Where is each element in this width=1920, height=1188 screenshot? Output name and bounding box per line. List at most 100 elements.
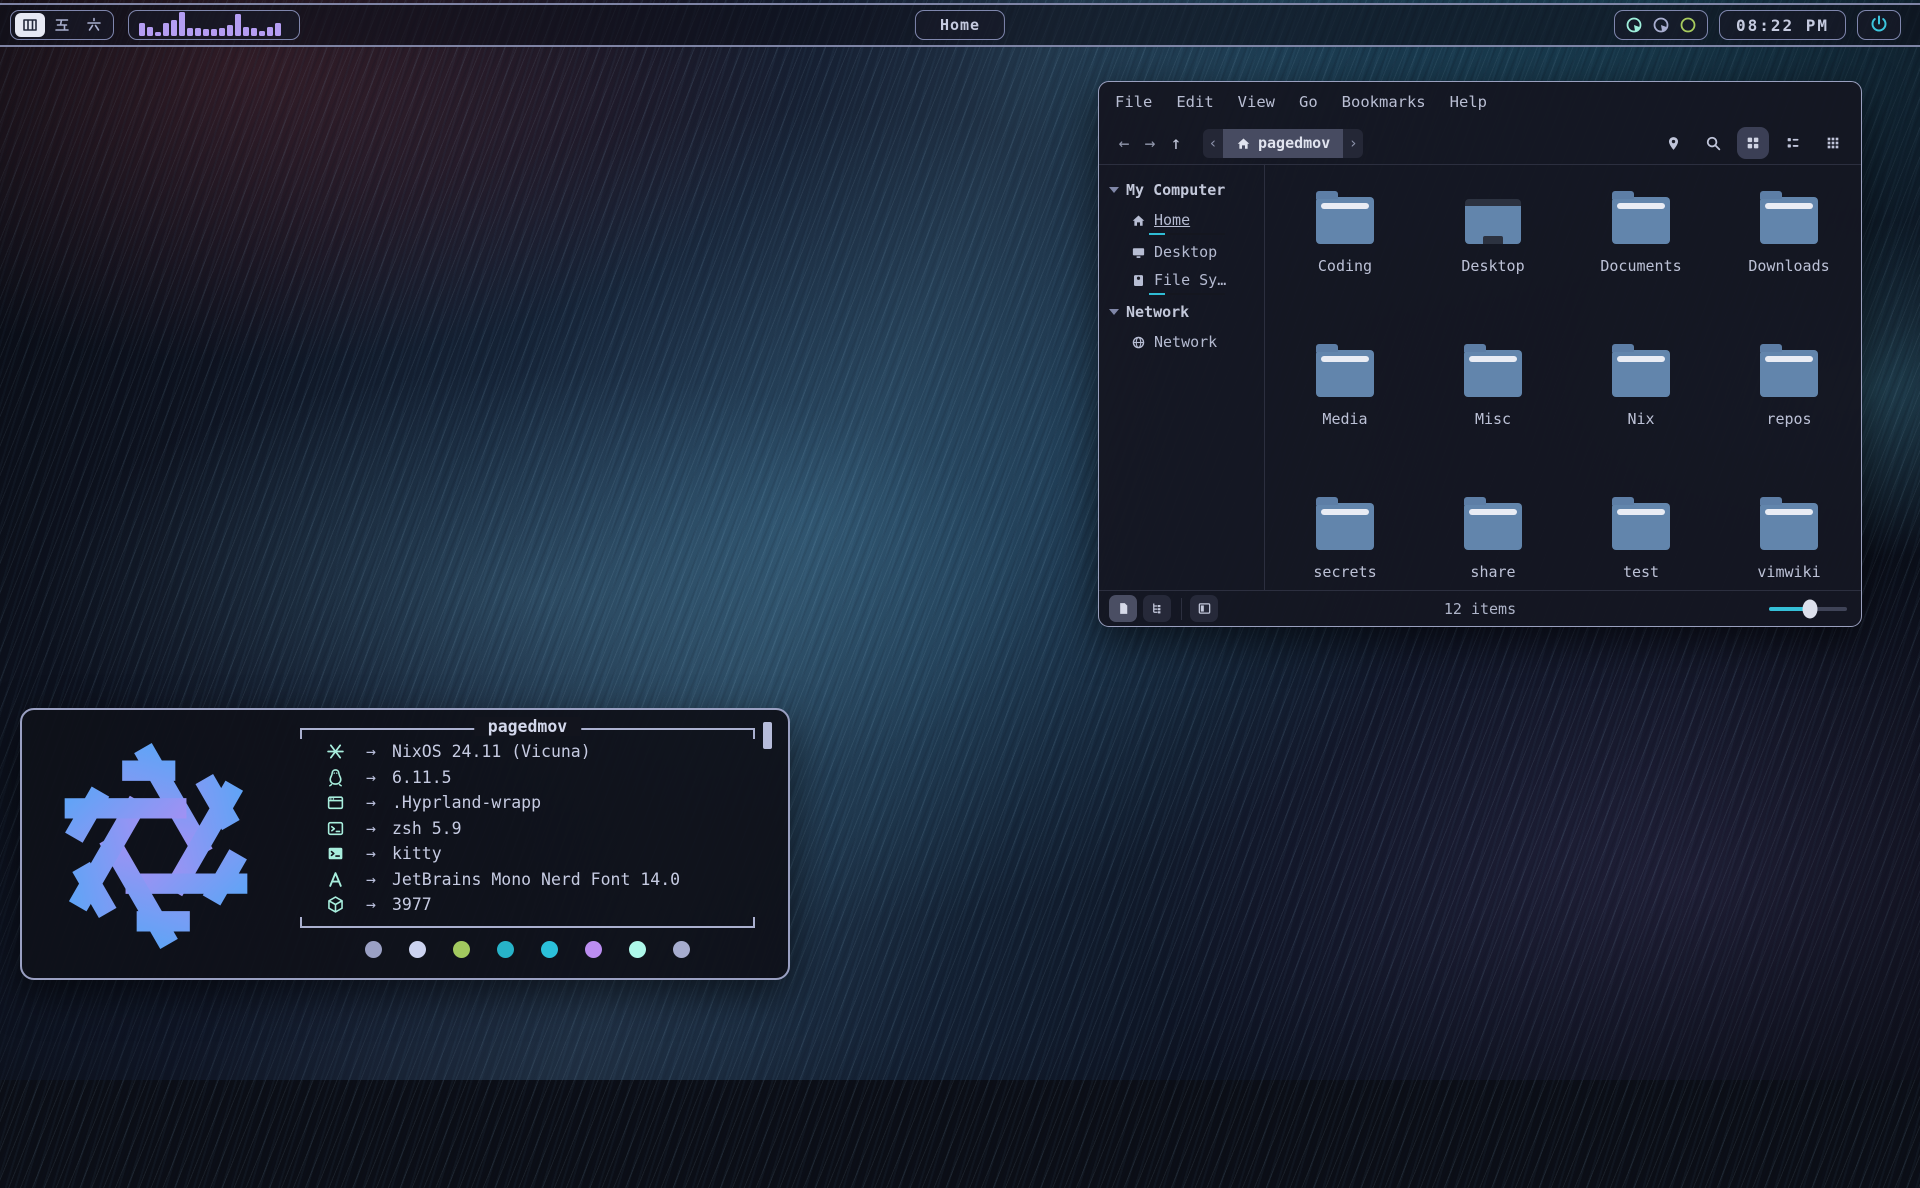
power-button[interactable] (1857, 10, 1901, 40)
fetch-arrow: → (350, 844, 392, 863)
menu-go[interactable]: Go (1299, 93, 1318, 111)
disk-indicator-1-icon (1625, 16, 1643, 34)
workspace-6[interactable] (79, 13, 109, 37)
palette-dot-4 (497, 941, 514, 958)
folder-item-desktop[interactable]: Desktop (1419, 175, 1567, 328)
folder-item-downloads[interactable]: Downloads (1715, 175, 1863, 328)
top-bar: Home 08:22 PM (0, 3, 1920, 47)
fm-statusbar: 12 items (1099, 590, 1861, 626)
menu-bookmarks[interactable]: Bookmarks (1342, 93, 1426, 111)
sidebar-item-label: File Sy… (1154, 271, 1226, 289)
disk-usage-indicators[interactable] (1614, 10, 1708, 40)
back-button[interactable]: ← (1111, 130, 1137, 156)
fetch-row-wm: → .Hyprland-wrapp (300, 790, 755, 816)
box-corner (753, 730, 755, 739)
path-scroll-right[interactable]: › (1343, 134, 1363, 152)
path-segment-label: pagedmov (1258, 134, 1330, 152)
fetch-value-os: NixOS 24.11 (Vicuna) (392, 742, 591, 761)
path-scroll-left[interactable]: ‹ (1203, 134, 1223, 152)
folder-item-misc[interactable]: Misc (1419, 328, 1567, 481)
clock[interactable]: 08:22 PM (1719, 10, 1846, 40)
folder-label: vimwiki (1757, 563, 1820, 581)
location-button[interactable] (1657, 127, 1689, 159)
folder-item-coding[interactable]: Coding (1271, 175, 1419, 328)
folder-icon (1464, 503, 1522, 550)
menu-file[interactable]: File (1115, 93, 1152, 111)
drop-indicator (1149, 293, 1225, 295)
menu-view[interactable]: View (1238, 93, 1275, 111)
wm-icon (320, 793, 350, 812)
sidebar-section-my-computer[interactable]: My Computer (1099, 175, 1264, 205)
toggle-sidepane-button[interactable] (1190, 595, 1218, 622)
up-button[interactable]: ↑ (1163, 130, 1189, 156)
sidebar-item-network[interactable]: Network (1099, 327, 1264, 355)
sidebar-item-label: Network (1154, 333, 1217, 351)
search-button[interactable] (1697, 127, 1729, 159)
terminal-cursor (763, 722, 772, 749)
list-view-button[interactable] (1777, 127, 1809, 159)
desktop-folder-icon (1465, 199, 1521, 244)
folder-label: secrets (1313, 563, 1376, 581)
sidebar-section-network[interactable]: Network (1099, 297, 1264, 327)
folder-icon (1612, 503, 1670, 550)
fm-toolbar-right (1657, 127, 1849, 159)
globe-icon (1131, 335, 1146, 350)
folder-item-nix[interactable]: Nix (1567, 328, 1715, 481)
color-palette (300, 941, 755, 958)
fetch-row-kernel: → 6.11.5 (300, 765, 755, 791)
workspace-glyph-four (22, 17, 38, 33)
folder-label: Downloads (1748, 257, 1829, 275)
show-places-button[interactable] (1109, 595, 1137, 622)
sidebar-section-label: My Computer (1126, 181, 1225, 199)
workspace-glyph-five (54, 17, 70, 33)
fetch-value-wm: .Hyprland-wrapp (392, 793, 541, 812)
menu-help[interactable]: Help (1450, 93, 1487, 111)
icon-view-button[interactable] (1737, 127, 1769, 159)
fastfetch-output: pagedmov → NixOS 24.11 (Vicuna) → 6.11.5 (300, 728, 755, 958)
packages-icon (320, 895, 350, 914)
list-view-icon (1785, 135, 1801, 151)
box-corner (300, 730, 302, 739)
folder-item-documents[interactable]: Documents (1567, 175, 1715, 328)
font-icon (320, 870, 350, 889)
fetch-arrow: → (350, 793, 392, 812)
disk-indicator-2-icon (1652, 16, 1670, 34)
palette-dot-1 (365, 941, 382, 958)
folder-icon (1316, 350, 1374, 397)
home-icon (1236, 136, 1251, 151)
zoom-slider[interactable] (1769, 607, 1847, 611)
status-separator (1181, 598, 1182, 620)
palette-dot-2 (409, 941, 426, 958)
zoom-slider-knob[interactable] (1802, 599, 1817, 618)
fetch-arrow: → (350, 870, 392, 889)
fetch-row-packages: → 3977 (300, 892, 755, 918)
folder-grid: Coding Desktop Documents Downloads Media… (1265, 165, 1863, 590)
menu-edit[interactable]: Edit (1176, 93, 1213, 111)
sidebar-item-filesystem[interactable]: File Sy… (1099, 265, 1264, 293)
fetch-arrow: → (350, 819, 392, 838)
workspace-4-active[interactable] (15, 13, 45, 37)
sidebar-item-desktop[interactable]: Desktop (1099, 237, 1264, 265)
sidebar-item-home[interactable]: Home (1099, 205, 1264, 233)
document-icon (1116, 601, 1131, 616)
compact-view-button[interactable] (1817, 127, 1849, 159)
fm-toolbar: ← → ↑ ‹ pagedmov › (1099, 122, 1861, 164)
fetch-value-shell: zsh 5.9 (392, 819, 462, 838)
fetch-arrow: → (350, 742, 392, 761)
folder-item-repos[interactable]: repos (1715, 328, 1863, 481)
forward-button[interactable]: → (1137, 130, 1163, 156)
fetch-arrow: → (350, 768, 392, 787)
folder-item-media[interactable]: Media (1271, 328, 1419, 481)
fm-body: My Computer Home Desktop (1099, 165, 1861, 590)
fetch-row-shell: → zsh 5.9 (300, 816, 755, 842)
folder-icon (1760, 197, 1818, 244)
folder-label: Documents (1600, 257, 1681, 275)
kernel-icon (320, 768, 350, 787)
desktop-icon (1131, 245, 1146, 260)
file-manager-window: File Edit View Go Bookmarks Help ← → ↑ ‹… (1098, 81, 1862, 627)
active-window-label[interactable]: Home (915, 10, 1005, 40)
path-segment-home[interactable]: pagedmov (1223, 129, 1343, 158)
workspace-5[interactable] (47, 13, 77, 37)
show-tree-button[interactable] (1143, 595, 1171, 622)
fetch-row-os: → NixOS 24.11 (Vicuna) (300, 739, 755, 765)
